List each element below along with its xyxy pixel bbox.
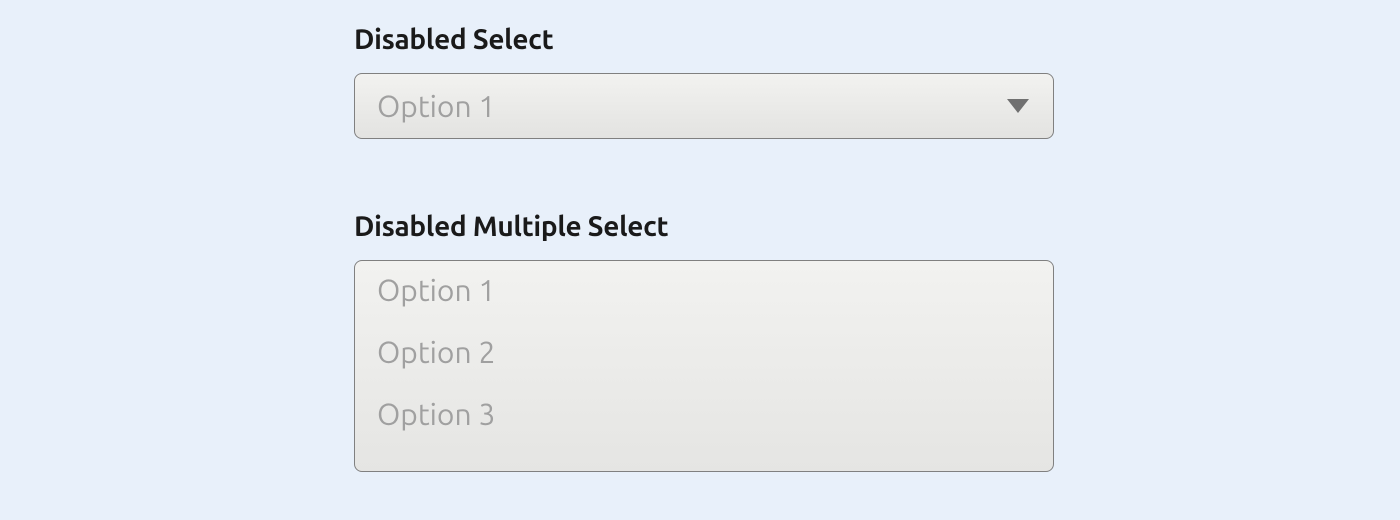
disabled-select-value: Option 1: [377, 89, 495, 123]
disabled-multi-select: Option 1 Option 2 Option 3: [354, 260, 1054, 472]
chevron-down-icon: [1007, 99, 1029, 113]
disabled-select-label: Disabled Select: [354, 24, 1054, 55]
spacer: [354, 139, 1054, 211]
disabled-select: Option 1: [354, 73, 1054, 139]
multi-select-option: Option 3: [377, 399, 1031, 429]
multi-select-option: Option 2: [377, 337, 1031, 367]
form-section: Disabled Select Option 1 Disabled Multip…: [354, 24, 1054, 472]
disabled-multi-select-label: Disabled Multiple Select: [354, 211, 1054, 242]
multi-select-option: Option 1: [377, 275, 1031, 305]
